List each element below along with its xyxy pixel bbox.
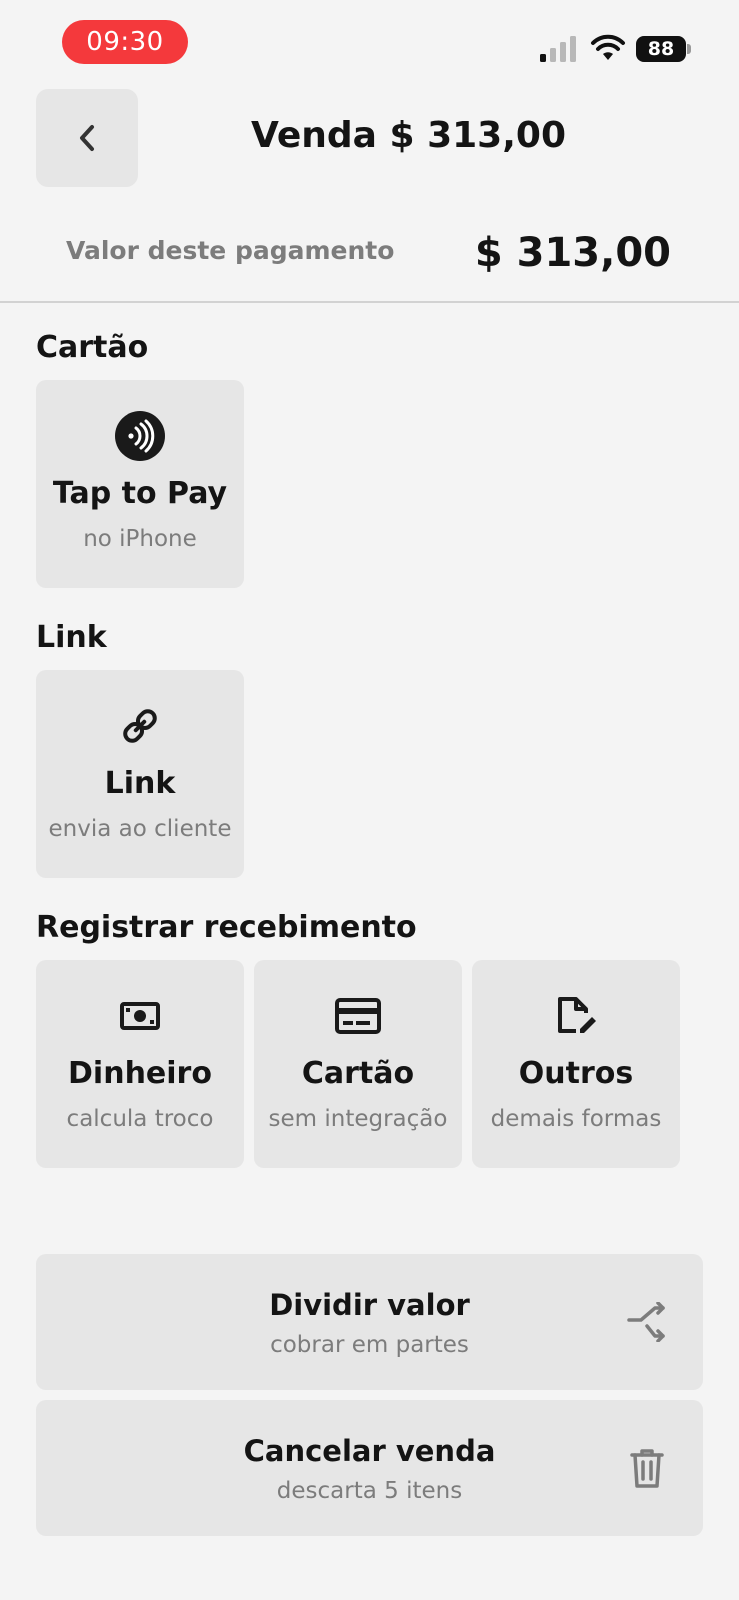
tile-title: Tap to Pay	[52, 476, 228, 511]
tile-title: Outros	[518, 1056, 634, 1091]
battery-level: 88	[636, 36, 686, 62]
tile-title: Dinheiro	[68, 1056, 212, 1091]
tile-subtitle: no iPhone	[83, 526, 197, 552]
tile-subtitle: envia ao cliente	[48, 816, 232, 842]
tile-title: Cartão	[301, 1056, 415, 1091]
battery-indicator: 88	[636, 36, 691, 62]
split-value-button[interactable]: Dividir valor cobrar em partes	[36, 1254, 703, 1390]
signal-icon	[540, 36, 576, 62]
back-button[interactable]	[36, 89, 138, 187]
cancel-sale-subtitle: descarta 5 itens	[276, 1478, 463, 1504]
others-tile[interactable]: Outros demais formas	[472, 960, 680, 1168]
link-icon	[123, 709, 157, 743]
tile-subtitle: calcula troco	[66, 1106, 214, 1132]
tile-subtitle: sem integração	[268, 1106, 448, 1132]
screen: 09:30 88 Venda $ 313,00 Valor deste paga…	[0, 0, 739, 1600]
section-title-link: Link	[36, 620, 107, 655]
trash-icon	[630, 1449, 664, 1488]
payment-label: Valor deste pagamento	[66, 236, 395, 265]
tile-subtitle: demais formas	[490, 1106, 662, 1132]
section-title-register: Registrar recebimento	[36, 910, 417, 945]
divider	[0, 301, 739, 303]
cash-icon	[120, 1002, 160, 1030]
credit-card-icon	[335, 998, 381, 1034]
split-value-title: Dividir valor	[269, 1288, 470, 1322]
edit-document-icon	[558, 997, 596, 1033]
wifi-icon	[591, 34, 625, 60]
cash-tile[interactable]: Dinheiro calcula troco	[36, 960, 244, 1168]
status-time: 09:30	[62, 20, 188, 64]
link-tile[interactable]: Link envia ao cliente	[36, 670, 244, 878]
section-title-card: Cartão	[36, 330, 149, 365]
tap-to-pay-tile[interactable]: Tap to Pay no iPhone	[36, 380, 244, 588]
chevron-left-icon	[80, 125, 94, 151]
battery-cap	[687, 44, 691, 54]
split-value-subtitle: cobrar em partes	[270, 1332, 469, 1358]
cancel-sale-title: Cancelar venda	[243, 1434, 496, 1468]
contactless-icon	[115, 411, 165, 461]
payment-amount: $ 313,00	[474, 230, 671, 276]
card-no-integration-tile[interactable]: Cartão sem integração	[254, 960, 462, 1168]
page-title: Venda $ 313,00	[250, 115, 567, 156]
cancel-sale-button[interactable]: Cancelar venda descarta 5 itens	[36, 1400, 703, 1536]
split-arrows-icon	[627, 1302, 665, 1342]
tile-title: Link	[104, 766, 176, 801]
